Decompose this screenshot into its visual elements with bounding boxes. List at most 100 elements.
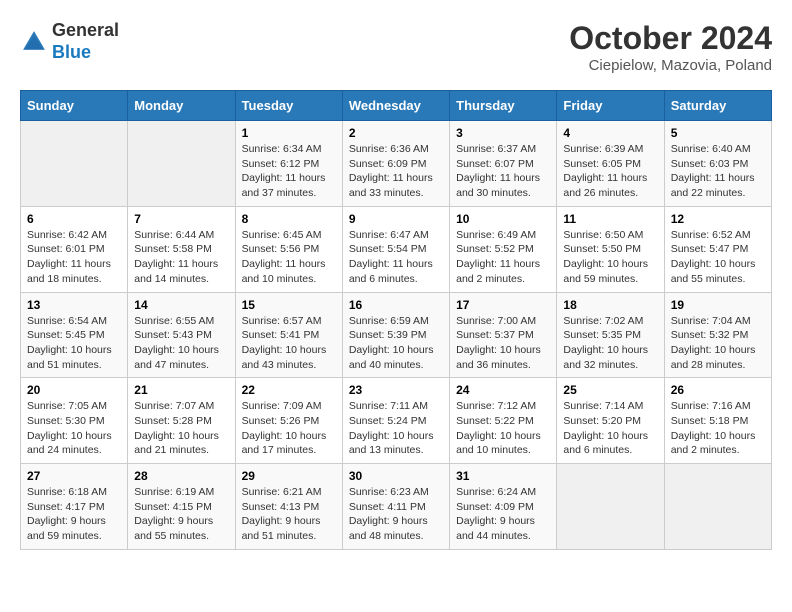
calendar-cell: 14 Sunrise: 6:55 AMSunset: 5:43 PMDayligh… [128,292,235,378]
weekday-header-tuesday: Tuesday [235,91,342,121]
day-number: 18 [563,298,657,312]
calendar-cell: 29Sunrise: 6:21 AMSunset: 4:13 PMDayligh… [235,464,342,550]
day-number: 13 [27,298,121,312]
day-info: Sunrise: 6:44 AMSunset: 5:58 PMDaylight:… [134,229,218,285]
calendar-cell: 3 Sunrise: 6:37 AMSunset: 6:07 PMDaylight… [450,121,557,207]
calendar-cell: 4 Sunrise: 6:39 AMSunset: 6:05 PMDaylight… [557,121,664,207]
calendar-cell: 8 Sunrise: 6:45 AMSunset: 5:56 PMDaylight… [235,206,342,292]
day-number: 28 [134,469,228,483]
day-number: 14 [134,298,228,312]
day-number: 12 [671,212,765,226]
location-title: Ciepielow, Mazovia, Poland [569,57,772,74]
day-info: Sunrise: 6:23 AMSunset: 4:11 PMDaylight:… [349,486,429,542]
day-number: 2 [349,126,443,140]
weekday-header-row: SundayMondayTuesdayWednesdayThursdayFrid… [21,91,772,121]
day-number: 10 [456,212,550,226]
calendar-cell: 10 Sunrise: 6:49 AMSunset: 5:52 PMDayligh… [450,206,557,292]
calendar-cell: 5 Sunrise: 6:40 AMSunset: 6:03 PMDaylight… [664,121,771,207]
day-info: Sunrise: 7:12 AMSunset: 5:22 PMDaylight:… [456,400,541,456]
calendar-cell [128,121,235,207]
day-number: 30 [349,469,443,483]
calendar-body: 1Sunrise: 6:34 AMSunset: 6:12 PMDaylight… [21,121,772,550]
day-info: Sunrise: 6:36 AMSunset: 6:09 PMDaylight:… [349,143,433,199]
day-number: 24 [456,383,550,397]
calendar-header: SundayMondayTuesdayWednesdayThursdayFrid… [21,91,772,121]
day-number: 21 [134,383,228,397]
day-number: 4 [563,126,657,140]
calendar-cell: 9 Sunrise: 6:47 AMSunset: 5:54 PMDaylight… [342,206,449,292]
calendar-cell [21,121,128,207]
calendar-cell: 23 Sunrise: 7:11 AMSunset: 5:24 PMDayligh… [342,378,449,464]
calendar-cell: 7 Sunrise: 6:44 AMSunset: 5:58 PMDaylight… [128,206,235,292]
calendar-cell: 20Sunrise: 7:05 AMSunset: 5:30 PMDayligh… [21,378,128,464]
day-info: Sunrise: 6:18 AMSunset: 4:17 PMDaylight:… [27,486,107,542]
day-info: Sunrise: 7:04 AMSunset: 5:32 PMDaylight:… [671,315,756,371]
calendar-cell: 24 Sunrise: 7:12 AMSunset: 5:22 PMDayligh… [450,378,557,464]
calendar-cell: 17Sunrise: 7:00 AMSunset: 5:37 PMDayligh… [450,292,557,378]
day-info: Sunrise: 6:37 AMSunset: 6:07 PMDaylight:… [456,143,540,199]
calendar-cell: 13Sunrise: 6:54 AMSunset: 5:45 PMDayligh… [21,292,128,378]
day-number: 23 [349,383,443,397]
calendar-cell: 27 Sunrise: 6:18 AMSunset: 4:17 PMDayligh… [21,464,128,550]
calendar-cell: 18 Sunrise: 7:02 AMSunset: 5:35 PMDayligh… [557,292,664,378]
calendar-cell: 2 Sunrise: 6:36 AMSunset: 6:09 PMDaylight… [342,121,449,207]
calendar-cell: 21 Sunrise: 7:07 AMSunset: 5:28 PMDayligh… [128,378,235,464]
day-info: Sunrise: 6:55 AMSunset: 5:43 PMDaylight:… [134,315,219,371]
day-number: 19 [671,298,765,312]
calendar-cell: 16 Sunrise: 6:59 AMSunset: 5:39 PMDayligh… [342,292,449,378]
calendar-cell: 25 Sunrise: 7:14 AMSunset: 5:20 PMDayligh… [557,378,664,464]
calendar-week-4: 20Sunrise: 7:05 AMSunset: 5:30 PMDayligh… [21,378,772,464]
day-number: 26 [671,383,765,397]
day-info: Sunrise: 7:14 AMSunset: 5:20 PMDaylight:… [563,400,648,456]
weekday-header-thursday: Thursday [450,91,557,121]
calendar-week-2: 6 Sunrise: 6:42 AMSunset: 6:01 PMDaylight… [21,206,772,292]
day-info: Sunrise: 7:02 AMSunset: 5:35 PMDaylight:… [563,315,648,371]
calendar-week-1: 1Sunrise: 6:34 AMSunset: 6:12 PMDaylight… [21,121,772,207]
calendar-cell: 22Sunrise: 7:09 AMSunset: 5:26 PMDayligh… [235,378,342,464]
day-info: Sunrise: 6:19 AMSunset: 4:15 PMDaylight:… [134,486,214,542]
weekday-header-friday: Friday [557,91,664,121]
day-info: Sunrise: 6:40 AMSunset: 6:03 PMDaylight:… [671,143,755,199]
day-number: 31 [456,469,550,483]
day-info: Sunrise: 6:24 AMSunset: 4:09 PMDaylight:… [456,486,536,542]
calendar-cell [664,464,771,550]
day-number: 8 [242,212,336,226]
day-info: Sunrise: 6:59 AMSunset: 5:39 PMDaylight:… [349,315,434,371]
calendar-cell: 26 Sunrise: 7:16 AMSunset: 5:18 PMDayligh… [664,378,771,464]
day-info: Sunrise: 6:42 AMSunset: 6:01 PMDaylight:… [27,229,111,285]
weekday-header-saturday: Saturday [664,91,771,121]
day-number: 9 [349,212,443,226]
day-number: 7 [134,212,228,226]
weekday-header-monday: Monday [128,91,235,121]
day-number: 5 [671,126,765,140]
weekday-header-wednesday: Wednesday [342,91,449,121]
day-number: 17 [456,298,550,312]
day-info: Sunrise: 7:11 AMSunset: 5:24 PMDaylight:… [349,400,434,456]
calendar-cell: 15Sunrise: 6:57 AMSunset: 5:41 PMDayligh… [235,292,342,378]
calendar-cell: 30 Sunrise: 6:23 AMSunset: 4:11 PMDayligh… [342,464,449,550]
calendar-week-3: 13Sunrise: 6:54 AMSunset: 5:45 PMDayligh… [21,292,772,378]
day-number: 3 [456,126,550,140]
calendar-cell: 28 Sunrise: 6:19 AMSunset: 4:15 PMDayligh… [128,464,235,550]
calendar-table: SundayMondayTuesdayWednesdayThursdayFrid… [20,90,772,550]
day-info: Sunrise: 7:07 AMSunset: 5:28 PMDaylight:… [134,400,219,456]
page-header: General Blue October 2024 Ciepielow, Maz… [20,20,772,74]
calendar-cell: 1Sunrise: 6:34 AMSunset: 6:12 PMDaylight… [235,121,342,207]
day-info: Sunrise: 6:49 AMSunset: 5:52 PMDaylight:… [456,229,540,285]
day-info: Sunrise: 6:34 AMSunset: 6:12 PMDaylight:… [242,143,326,199]
day-number: 27 [27,469,121,483]
day-info: Sunrise: 6:45 AMSunset: 5:56 PMDaylight:… [242,229,326,285]
calendar-cell: 31 Sunrise: 6:24 AMSunset: 4:09 PMDayligh… [450,464,557,550]
logo-icon [20,28,48,56]
title-block: October 2024 Ciepielow, Mazovia, Poland [569,20,772,74]
day-info: Sunrise: 6:47 AMSunset: 5:54 PMDaylight:… [349,229,433,285]
day-number: 29 [242,469,336,483]
day-number: 25 [563,383,657,397]
day-number: 6 [27,212,121,226]
logo-general-text: General [52,20,119,40]
day-info: Sunrise: 7:05 AMSunset: 5:30 PMDaylight:… [27,400,112,456]
day-number: 22 [242,383,336,397]
day-info: Sunrise: 6:39 AMSunset: 6:05 PMDaylight:… [563,143,647,199]
day-number: 16 [349,298,443,312]
day-info: Sunrise: 7:16 AMSunset: 5:18 PMDaylight:… [671,400,756,456]
